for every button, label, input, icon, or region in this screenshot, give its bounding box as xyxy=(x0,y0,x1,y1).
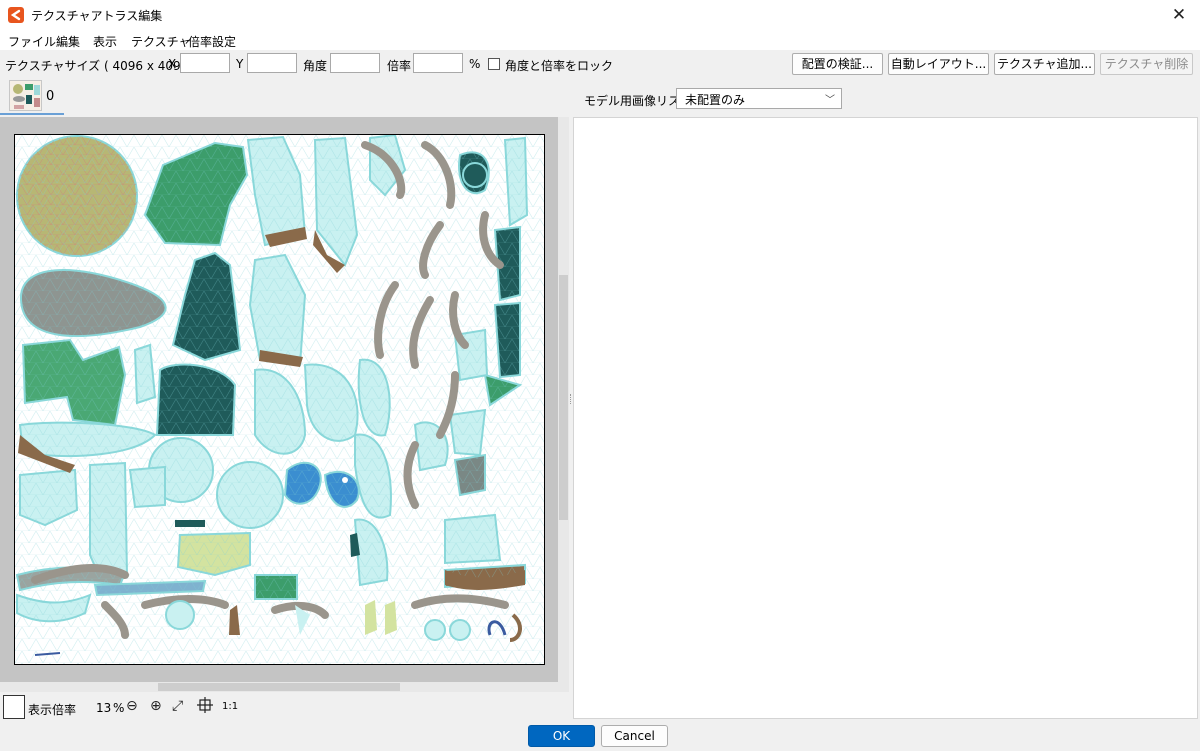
model-image-list[interactable] xyxy=(573,117,1198,719)
model-image-filter-value: 未配置のみ xyxy=(685,93,746,107)
menu-view[interactable]: 表示 xyxy=(93,33,117,50)
atlas-thumbnail[interactable] xyxy=(9,80,42,111)
atlas-tab-label[interactable]: 0 xyxy=(46,89,54,104)
cancel-button[interactable]: Cancel xyxy=(601,725,668,747)
model-image-filter-select[interactable]: 未配置のみ ﹀ xyxy=(676,88,842,109)
uv-layout-image xyxy=(15,135,544,664)
zoom-value: 13 xyxy=(96,701,112,715)
scale-label: 倍率 xyxy=(387,59,412,73)
scale-input[interactable] xyxy=(413,53,463,73)
zoom-unit: % xyxy=(113,701,125,715)
x-input[interactable] xyxy=(180,53,230,73)
ok-button[interactable]: OK xyxy=(528,725,595,747)
menu-edit[interactable]: 編集 xyxy=(56,33,80,50)
menu-file[interactable]: ファイル xyxy=(8,33,56,50)
lock-checkbox[interactable] xyxy=(488,58,500,70)
menu-scale-settings[interactable]: 倍率設定 xyxy=(188,33,236,50)
title-bar xyxy=(0,0,1200,30)
atlas-tab-indicator xyxy=(0,113,64,115)
vertical-scroll-thumb[interactable] xyxy=(559,275,568,520)
fit-to-window-icon[interactable]: ⤢ xyxy=(172,698,183,714)
menu-texture[interactable]: テクスチャ xyxy=(131,33,191,50)
y-label: Y xyxy=(236,57,244,71)
add-texture-button[interactable]: テクスチャ追加... xyxy=(994,53,1095,75)
percent-label: % xyxy=(469,57,481,71)
center-crosshair-icon[interactable] xyxy=(197,697,213,713)
close-icon[interactable]: ✕ xyxy=(1166,2,1192,28)
angle-label: 角度 xyxy=(303,59,328,73)
x-label: X xyxy=(168,57,177,71)
angle-input[interactable] xyxy=(330,53,380,73)
verify-layout-button[interactable]: 配置の検証... xyxy=(792,53,883,75)
zoom-out-icon[interactable]: ⊖ xyxy=(126,698,138,714)
window-title: テクスチャアトラス編集 xyxy=(31,9,163,23)
horizontal-scroll-thumb[interactable] xyxy=(158,683,400,691)
chevron-down-icon: ﹀ xyxy=(825,95,835,106)
delete-texture-button[interactable]: テクスチャ削除 xyxy=(1100,53,1193,75)
app-logo-icon xyxy=(8,7,24,23)
auto-layout-button[interactable]: 自動レイアウト... xyxy=(888,53,989,75)
lock-label: 角度と倍率をロック xyxy=(505,59,614,73)
zoom-label: 表示倍率 xyxy=(28,703,77,717)
actual-size-icon[interactable]: 1:1 xyxy=(222,701,238,712)
y-input[interactable] xyxy=(247,53,297,73)
background-color-swatch[interactable] xyxy=(3,695,25,719)
texture-atlas-canvas[interactable] xyxy=(14,134,545,665)
zoom-in-icon[interactable]: ⊕ xyxy=(150,698,162,714)
